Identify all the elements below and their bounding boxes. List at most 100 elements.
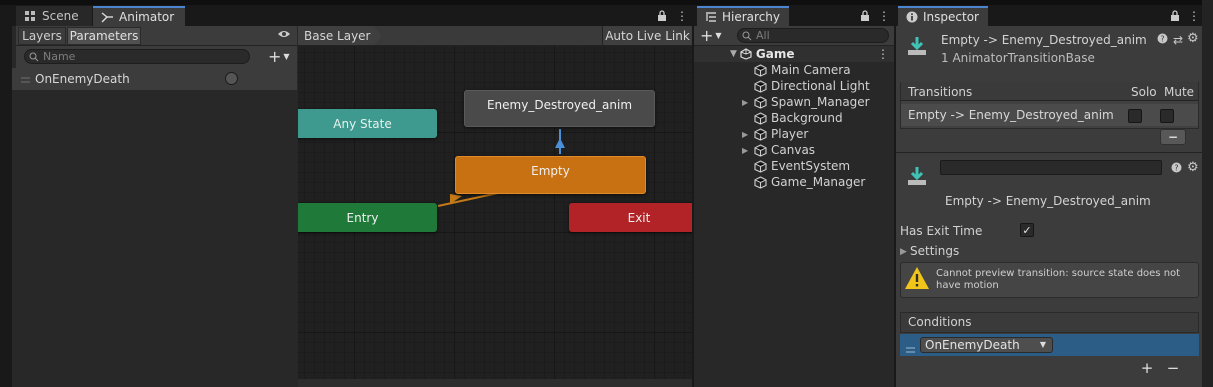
solo-checkbox[interactable] — [1128, 109, 1142, 123]
scene-icon — [24, 10, 37, 23]
parameter-row[interactable]: OnEnemyDeath — [16, 68, 297, 90]
animator-icon — [101, 11, 114, 23]
info-icon — [906, 11, 918, 23]
auto-live-link-button[interactable]: Auto Live Link — [602, 26, 692, 45]
tab-parameters[interactable]: Parameters — [67, 27, 141, 45]
gameobject-cube-icon — [754, 111, 767, 125]
has-exit-time-label: Has Exit Time — [900, 224, 983, 238]
mute-checkbox[interactable] — [1160, 109, 1174, 123]
transition-name-field[interactable] — [940, 160, 1162, 175]
search-icon — [29, 52, 39, 62]
settings-gear-icon-2[interactable]: ⚙ — [1187, 160, 1199, 175]
hierarchy-menu-icon[interactable]: ⋮ — [878, 9, 890, 23]
hierarchy-item[interactable]: Game_Manager — [746, 174, 865, 190]
more-menu-icon[interactable]: ⋮ — [676, 9, 688, 23]
hierarchy-item-label: Game_Manager — [771, 175, 866, 189]
expand-arrow-icon[interactable]: ▼ — [730, 49, 737, 59]
hierarchy-search-icon — [742, 31, 752, 41]
hierarchy-search-input[interactable]: All — [737, 28, 889, 43]
hierarchy-search-placeholder: All — [756, 29, 770, 42]
hierarchy-item[interactable]: ▶ Canvas — [742, 142, 815, 158]
gameobject-cube-icon — [754, 95, 767, 109]
transitions-label: Transitions — [908, 85, 973, 99]
remove-transition-label: − — [1167, 130, 1179, 144]
settings-gear-icon[interactable]: ⚙ — [1187, 31, 1199, 46]
inspector-lock-icon[interactable] — [1170, 10, 1180, 21]
add-condition-button[interactable]: + — [1135, 359, 1159, 377]
preset-icon[interactable]: ⇄ — [1173, 33, 1183, 47]
hierarchy-item-label: Background — [771, 111, 843, 125]
expand-arrow-icon[interactable]: ▶ — [742, 146, 750, 155]
solo-label: Solo — [1131, 85, 1157, 99]
scene-name: Game — [755, 47, 795, 61]
settings-foldout-arrow-icon[interactable]: ▶ — [900, 247, 907, 257]
transition-display-name: Empty -> Enemy_Destroyed_anim — [945, 194, 1151, 208]
parameters-search-placeholder: Name — [43, 50, 76, 63]
section-divider — [896, 152, 1202, 153]
hierarchy-item-label: Spawn_Manager — [771, 95, 870, 109]
lock-icon[interactable] — [657, 10, 667, 21]
transition-icon — [906, 35, 928, 57]
destroyed-arrowhead — [555, 138, 565, 148]
breadcrumb-label: Base Layer — [304, 28, 371, 43]
state-any-state[interactable]: Any State — [298, 109, 437, 138]
gameobject-cube-icon — [754, 143, 767, 157]
remove-transition-button[interactable]: − — [1160, 129, 1186, 145]
top-edge — [0, 0, 1213, 5]
eye-icon[interactable] — [277, 29, 291, 39]
has-exit-time-checkbox[interactable]: ✓ — [1020, 223, 1034, 237]
breadcrumb[interactable]: Base Layer — [298, 26, 382, 45]
graph-canvas[interactable]: Any State Enemy_Destroyed_anim Empty Ent… — [298, 46, 692, 387]
hierarchy-add-button[interactable]: + ▼ — [700, 26, 722, 45]
tab-animator[interactable]: Animator — [93, 6, 185, 26]
settings-foldout-label[interactable]: Settings — [910, 244, 959, 258]
svg-text:?: ? — [1174, 164, 1178, 173]
state-entry[interactable]: Entry — [298, 203, 437, 232]
expand-arrow-icon[interactable]: ▶ — [742, 130, 750, 139]
tab-layers[interactable]: Layers — [18, 27, 66, 45]
right-edge-panel — [1202, 0, 1213, 387]
graph-scrollbar[interactable] — [298, 379, 692, 387]
tab-scene[interactable]: Scene — [16, 6, 92, 26]
expand-arrow-icon[interactable]: ▶ — [742, 98, 750, 107]
state-exit[interactable]: Exit — [569, 203, 692, 232]
tab-inspector[interactable]: Inspector — [898, 6, 988, 26]
state-enemy-destroyed[interactable]: Enemy_Destroyed_anim — [464, 90, 655, 127]
add-condition-label: + — [1140, 359, 1154, 377]
tab-scene-label: Scene — [42, 9, 79, 23]
gameobject-cube-icon — [754, 159, 767, 173]
inspector-menu-icon[interactable]: ⋮ — [1188, 9, 1200, 23]
parameter-name: OnEnemyDeath — [35, 72, 130, 86]
condition-row[interactable]: OnEnemyDeath ▼ — [900, 334, 1199, 356]
mute-label: Mute — [1164, 85, 1195, 99]
hierarchy-item[interactable]: Main Camera — [746, 62, 851, 78]
tab-hierarchy[interactable]: Hierarchy — [697, 6, 789, 26]
hierarchy-item[interactable]: ▶ Spawn_Manager — [742, 94, 870, 110]
condition-parameter-dropdown[interactable]: OnEnemyDeath ▼ — [920, 337, 1053, 353]
svg-text:?: ? — [1160, 35, 1164, 44]
hierarchy-item[interactable]: Directional Light — [746, 78, 870, 94]
help-icon[interactable]: ? — [1157, 33, 1168, 44]
drag-handle-icon[interactable] — [21, 72, 31, 86]
hierarchy-item[interactable]: Background — [746, 110, 843, 126]
entry-to-empty-arrow[interactable] — [437, 192, 499, 207]
hierarchy-lock-icon[interactable] — [860, 10, 870, 21]
parameters-search-input[interactable]: Name — [24, 49, 250, 64]
condition-drag-handle-icon[interactable] — [906, 342, 915, 356]
scene-menu-icon[interactable]: ⋮ — [877, 47, 889, 61]
state-empty[interactable]: Empty — [455, 156, 646, 194]
gameobject-cube-icon — [754, 175, 767, 189]
tab-layers-label: Layers — [22, 29, 62, 43]
inspector-header-subtitle: 1 AnimatorTransitionBase — [941, 51, 1095, 65]
state-entry-label: Entry — [346, 210, 379, 225]
help-icon-2[interactable]: ? — [1171, 162, 1182, 173]
trigger-toggle[interactable] — [225, 72, 238, 85]
hierarchy-item[interactable]: EventSystem — [746, 158, 850, 174]
gameobject-cube-icon — [754, 63, 767, 77]
remove-condition-button[interactable]: − — [1161, 359, 1185, 377]
hierarchy-item[interactable]: ▶ Player — [742, 126, 808, 142]
transition-settings-icon — [906, 165, 928, 187]
add-parameter-button[interactable]: + ▼ — [268, 47, 290, 66]
scene-row[interactable]: ▼ Game ⋮ — [694, 46, 894, 62]
transition-row[interactable]: Empty -> Enemy_Destroyed_anim — [901, 104, 1198, 126]
